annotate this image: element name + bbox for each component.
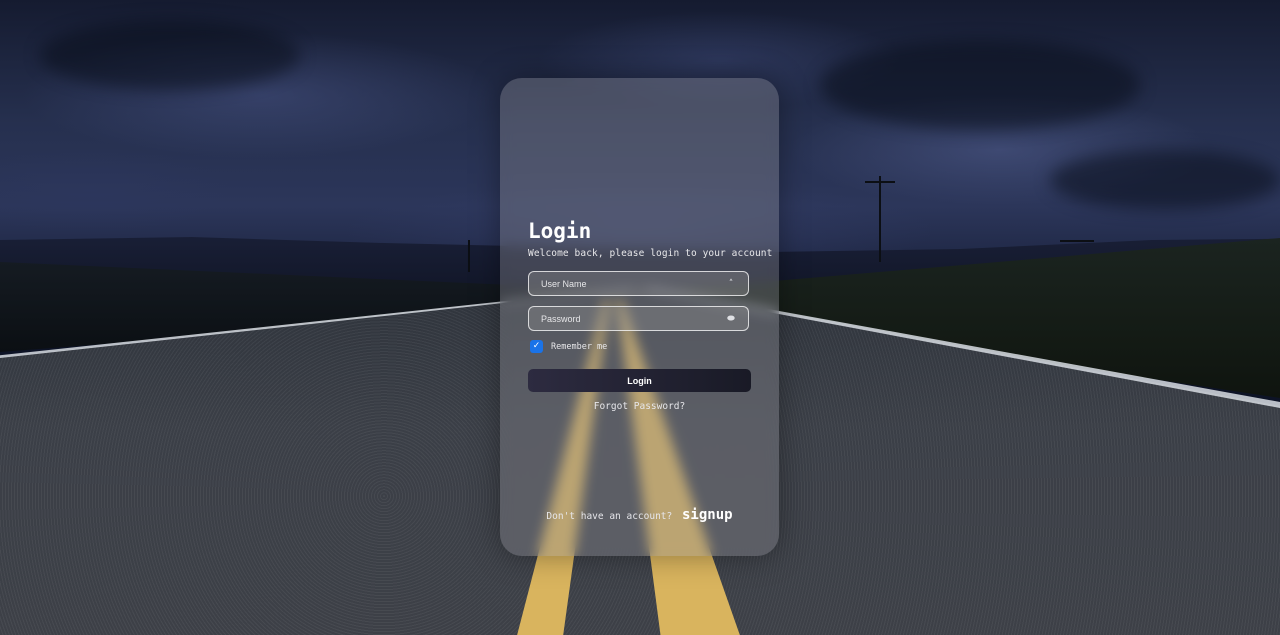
login-button[interactable]: Login <box>528 369 751 392</box>
key-icon: ⬬ <box>727 314 735 324</box>
utility-pole <box>879 176 881 262</box>
fence <box>1060 240 1094 242</box>
username-input[interactable] <box>529 272 748 295</box>
password-input[interactable] <box>529 307 748 330</box>
password-field: ⬬ <box>528 306 749 331</box>
signup-prompt: Don't have an account? <box>546 511 673 522</box>
utility-pole <box>468 240 470 272</box>
cloud <box>1050 150 1280 210</box>
cloud <box>40 20 300 90</box>
login-title: Login <box>528 219 592 243</box>
signup-link[interactable]: signup <box>682 507 733 523</box>
forgot-password-link[interactable]: Forgot Password? <box>500 401 779 412</box>
remember-me[interactable]: ✓ Remember me <box>530 340 607 353</box>
remember-checkbox[interactable]: ✓ <box>530 340 543 353</box>
user-icon: ˄ <box>728 279 734 289</box>
cloud <box>820 40 1140 130</box>
login-subtitle: Welcome back, please login to your accou… <box>528 248 773 259</box>
username-field: ˄ <box>528 271 749 296</box>
utility-pole-crossarm <box>865 181 895 183</box>
remember-label: Remember me <box>551 341 608 352</box>
signup-row: Don't have an account? signup <box>500 507 779 523</box>
login-card: Login Welcome back, please login to your… <box>500 78 779 556</box>
